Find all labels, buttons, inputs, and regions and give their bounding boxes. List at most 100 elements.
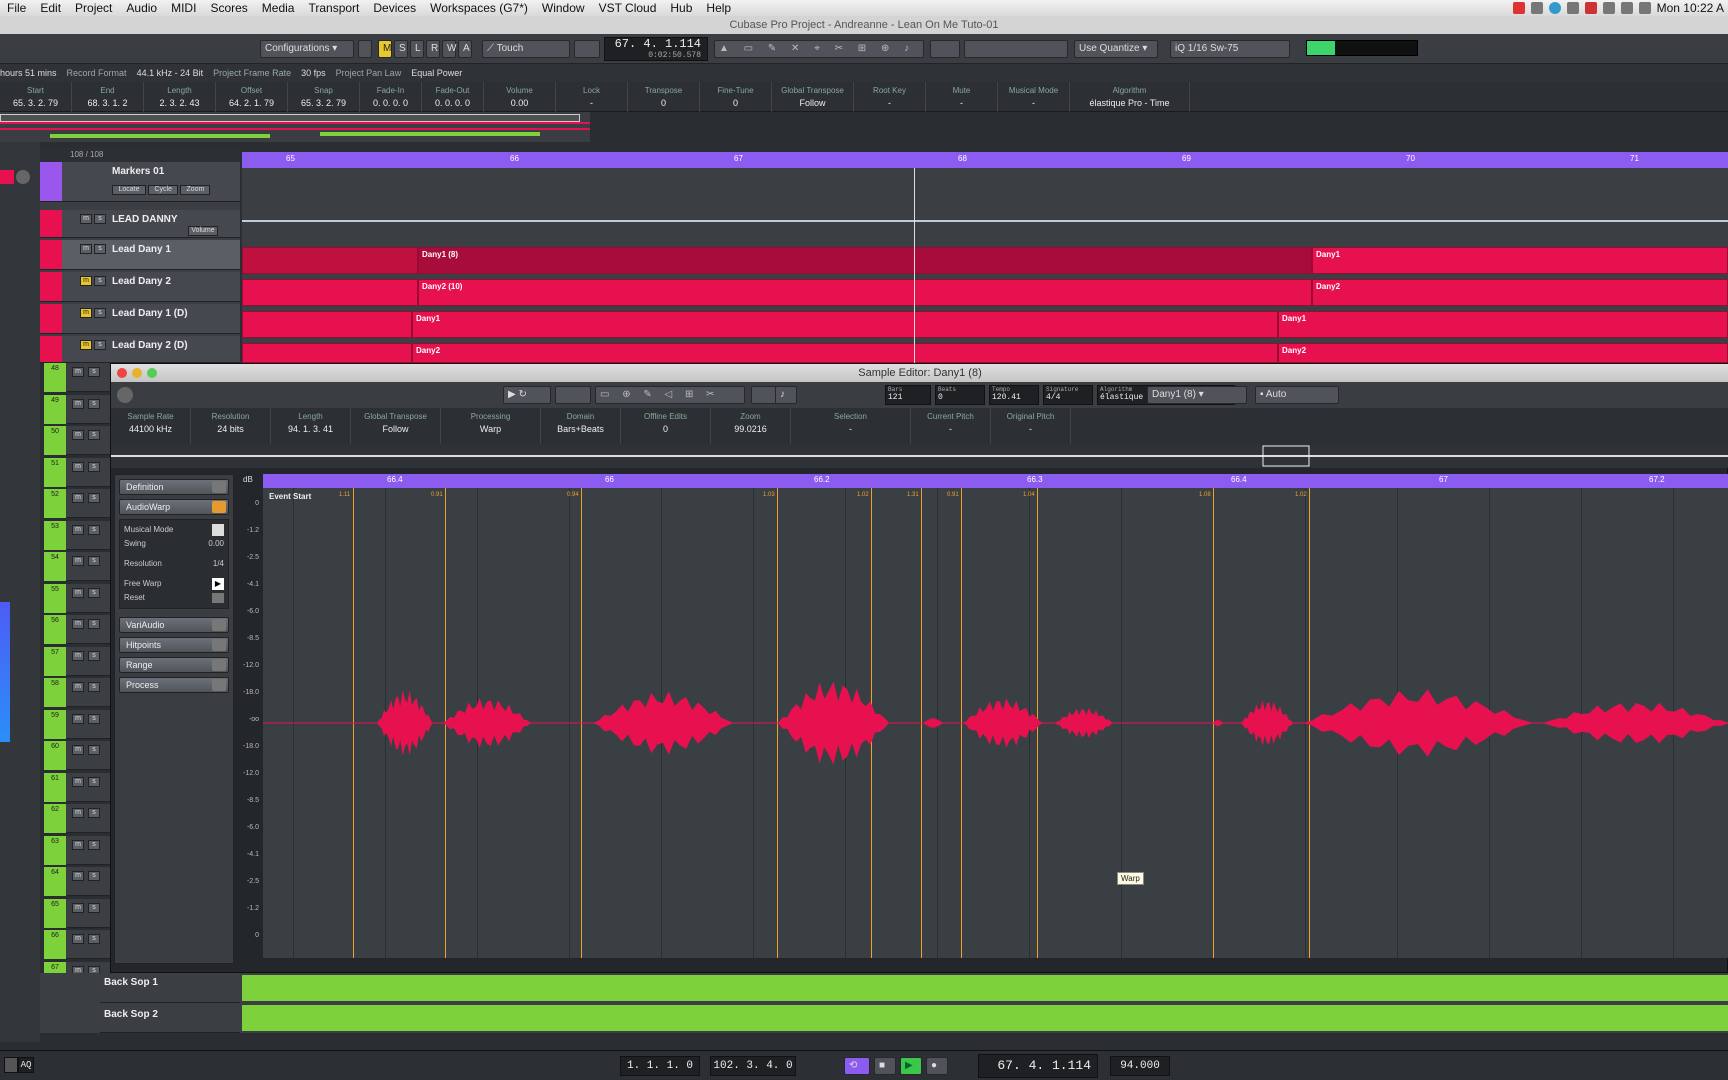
menu-audio[interactable]: Audio <box>119 1 164 15</box>
project-ruler[interactable]: 65 66 67 68 69 70 71 <box>242 152 1728 168</box>
solo-button[interactable]: s <box>88 839 100 850</box>
solo-button[interactable]: s <box>88 461 100 472</box>
info-cell-start[interactable]: Start 65. 3. 2. 79 <box>0 82 72 112</box>
solo-button[interactable]: s <box>88 587 100 598</box>
snap-type-icon[interactable] <box>930 40 960 58</box>
info-cell-fade-in[interactable]: Fade-In 0. 0. 0. 0 <box>360 82 422 112</box>
aq-button[interactable]: AQ <box>18 1057 34 1073</box>
resolution-value[interactable]: 1/4 <box>213 557 224 571</box>
sample-editor-ruler[interactable]: 66.4 66 66.2 66.3 66.4 67 67.2 dB <box>243 474 1728 488</box>
stop-button[interactable]: ■ <box>874 1057 896 1075</box>
mute-button[interactable]: m <box>72 398 84 409</box>
free-warp-button[interactable]: ▶ <box>212 578 224 590</box>
se-info-current-pitch[interactable]: Current Pitch - <box>911 408 991 444</box>
solo-button[interactable]: s <box>94 244 106 254</box>
quantize-value-select[interactable]: iQ 1/16 Sw-75 <box>1170 40 1290 58</box>
menu-project[interactable]: Project <box>68 1 119 15</box>
solo-button[interactable]: s <box>94 276 106 286</box>
quantize-type-select[interactable]: Use Quantize ▾ <box>1074 40 1158 58</box>
event-dany1[interactable]: Dany1 <box>1278 311 1728 338</box>
toolbar-field-bars[interactable]: Bars 121 <box>885 385 931 405</box>
se-info-zoom[interactable]: Zoom 99.0216 <box>711 408 791 444</box>
toolbar-field-beats[interactable]: Beats 0 <box>935 385 985 405</box>
menu-hub[interactable]: Hub <box>663 1 699 15</box>
menu-transport[interactable]: Transport <box>301 1 366 15</box>
grid-icon[interactable] <box>964 40 1068 58</box>
mute-button[interactable]: m <box>72 902 84 913</box>
solo-button[interactable]: s <box>88 398 100 409</box>
se-info-selection[interactable]: Selection - <box>791 408 911 444</box>
event-dany2[interactable]: Dany2 <box>1312 279 1728 306</box>
mode-m-button[interactable]: M <box>378 40 392 58</box>
info-value[interactable]: 0. 0. 0. 0 <box>422 98 483 108</box>
se-info-processing[interactable]: Processing Warp <box>441 408 541 444</box>
solo-button[interactable]: s <box>88 776 100 787</box>
event-dany2[interactable]: Dany2 <box>1278 343 1728 363</box>
solo-button[interactable]: s <box>94 214 106 224</box>
event-dany1[interactable]: Dany1 <box>1312 247 1728 274</box>
track-row[interactable]: 62 m s <box>44 804 110 833</box>
volume-icon[interactable] <box>1638 2 1651 14</box>
track-lead-dany-1[interactable]: Lead Dany 1 m s <box>40 240 240 270</box>
menu-edit[interactable]: Edit <box>33 1 68 15</box>
track-row[interactable]: 65 m s <box>44 898 110 928</box>
zone-icon[interactable] <box>4 1057 18 1073</box>
transport-position[interactable]: 67. 4. 1.114 <box>978 1054 1098 1078</box>
info-cell-global-transpose[interactable]: Global Transpose Follow <box>772 82 854 112</box>
info-cell-mute[interactable]: Mute - <box>926 82 998 112</box>
info-value[interactable]: - <box>854 98 925 108</box>
transport-play-button[interactable]: ▶ <box>900 1057 922 1075</box>
configurations-button[interactable]: Configurations ▾ <box>260 40 354 58</box>
solo-button[interactable]: s <box>88 493 100 503</box>
track-row[interactable]: 49 m s <box>44 394 110 424</box>
event-dany2-10[interactable]: Dany2 (10) <box>418 279 1312 306</box>
event-select[interactable]: Dany1 (8) ▾ <box>1147 386 1247 404</box>
solo-button[interactable]: s <box>94 340 106 350</box>
display-icon[interactable] <box>1566 2 1579 14</box>
se-info-offline-edits[interactable]: Offline Edits 0 <box>621 408 711 444</box>
solo-button[interactable]: s <box>88 808 100 818</box>
track-lead-danny[interactable]: LEAD DANNY m s Volume <box>40 210 240 238</box>
definition-section[interactable]: Definition <box>119 479 229 495</box>
solo-button[interactable]: s <box>88 430 100 440</box>
cycle-button[interactable]: ⟲ <box>844 1057 870 1075</box>
automation-mode-select[interactable]: ⟋ Touch <box>482 40 570 58</box>
frame-rate[interactable]: 30 fps <box>301 68 326 78</box>
minimize-icon[interactable] <box>132 368 142 378</box>
edit-icon[interactable] <box>16 170 30 184</box>
mute-button[interactable]: m <box>72 839 84 850</box>
track-row[interactable]: 56 m s <box>44 615 110 644</box>
toolbar-field-tempo[interactable]: Tempo 120.41 <box>989 385 1039 405</box>
solo-button[interactable]: s <box>88 556 100 566</box>
track-row[interactable]: 61 m s <box>44 772 110 802</box>
record-format[interactable]: 44.1 kHz - 24 Bit <box>137 68 204 78</box>
solo-button[interactable]: s <box>88 745 100 755</box>
range-section[interactable]: Range <box>119 657 229 673</box>
mute-button[interactable]: m <box>72 461 84 472</box>
track-back-sop-2[interactable]: Back Sop 2 <box>100 1005 240 1033</box>
zoom-window-icon[interactable] <box>147 368 157 378</box>
left-locator[interactable]: 1. 1. 1. 0 <box>620 1056 700 1076</box>
track-row[interactable]: 58 m s <box>44 678 110 707</box>
auto-scroll-select[interactable]: ▪ Auto <box>1255 386 1339 404</box>
se-info-domain[interactable]: Domain Bars+Beats <box>541 408 621 444</box>
info-cell-musical-mode[interactable]: Musical Mode - <box>998 82 1070 112</box>
event-dany1-8[interactable]: Dany1 (8) <box>418 247 1312 274</box>
bluetooth-icon[interactable] <box>1602 2 1615 14</box>
track-back-sop-1[interactable]: Back Sop 1 <box>100 973 240 1003</box>
solo-button[interactable]: s <box>88 524 100 535</box>
track-row[interactable]: 53 m s <box>44 520 110 550</box>
back-sop-2-event[interactable] <box>242 1005 1728 1031</box>
se-info-length[interactable]: Length 94. 1. 3. 41 <box>271 408 351 444</box>
shield-icon[interactable] <box>1584 2 1597 14</box>
info-value[interactable]: 68. 3. 1. 2 <box>72 98 143 108</box>
info-cell-offset[interactable]: Offset 64. 2. 1. 79 <box>216 82 288 112</box>
tool-buttons[interactable]: ▲ ▭ ✎ ✕ ⌖ ✂ ⊞ ⊕ ♪ <box>714 40 924 58</box>
info-cell-volume[interactable]: Volume 0.00 <box>484 82 556 112</box>
solo-button[interactable]: s <box>88 650 100 661</box>
pan-law[interactable]: Equal Power <box>411 68 462 78</box>
info-cell-lock[interactable]: Lock - <box>556 82 628 112</box>
mode-r-button[interactable]: R <box>426 40 440 58</box>
cycle-button[interactable]: Cycle <box>148 185 179 195</box>
record-button[interactable]: ● <box>926 1057 948 1075</box>
